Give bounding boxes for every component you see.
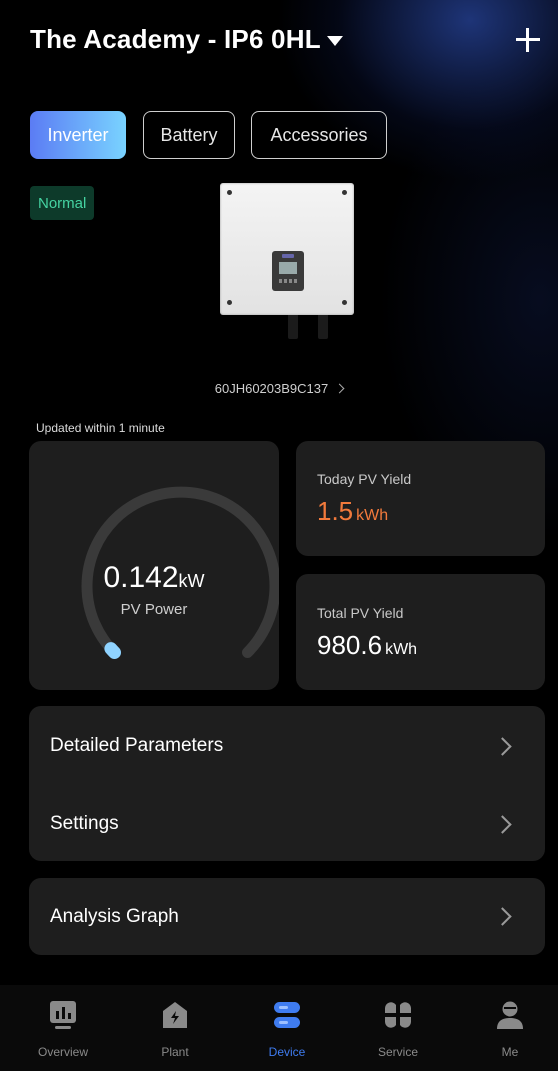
- nav-device-label: Device: [268, 1045, 306, 1059]
- add-icon[interactable]: [514, 26, 542, 54]
- nav-overview[interactable]: Overview: [23, 985, 103, 1071]
- today-yield-label: Today PV Yield: [317, 471, 412, 487]
- page-title: The Academy - IP6 0HL: [30, 24, 321, 54]
- analysis-graph-card: Analysis Graph: [29, 878, 545, 955]
- total-yield-card: Total PV Yield 980.6 kWh: [296, 574, 545, 690]
- menu-card: Detailed Parameters Settings: [29, 706, 545, 861]
- chevron-right-icon: [493, 736, 512, 756]
- tab-inverter[interactable]: Inverter: [30, 111, 126, 159]
- nav-plant-label: Plant: [161, 1045, 189, 1059]
- nav-me-label: Me: [501, 1045, 519, 1059]
- analysis-graph-label: Analysis Graph: [50, 905, 179, 927]
- device-icon: [274, 1002, 300, 1028]
- chevron-right-icon: [334, 383, 345, 394]
- detailed-parameters-item[interactable]: Detailed Parameters: [29, 707, 545, 785]
- nav-device[interactable]: Device: [247, 985, 327, 1071]
- nav-service-label: Service: [377, 1045, 418, 1059]
- update-status: Updated within 1 minute: [36, 421, 165, 435]
- settings-label: Settings: [50, 813, 119, 834]
- nav-overview-label: Overview: [37, 1045, 88, 1059]
- nav-service[interactable]: Service: [358, 985, 438, 1071]
- total-yield-value: 980.6 kWh: [317, 630, 418, 660]
- caret-down-icon: [326, 35, 343, 46]
- me-icon: [497, 1001, 523, 1029]
- serial-number: 60JH60203B9C137: [214, 381, 329, 396]
- service-icon: [385, 1002, 411, 1028]
- tab-accessories[interactable]: Accessories: [251, 111, 387, 159]
- today-yield-value: 1.5 kWh: [317, 496, 389, 526]
- nav-me[interactable]: Me: [470, 985, 550, 1071]
- settings-item[interactable]: Settings: [29, 785, 545, 863]
- plant-selector[interactable]: The Academy - IP6 0HL: [30, 24, 343, 55]
- overview-icon: [50, 1001, 76, 1029]
- pv-power-value: 0.142kW: [103, 561, 205, 594]
- status-badge: Normal: [30, 186, 95, 220]
- bottom-nav: Overview Plant Device Service Me: [0, 985, 558, 1071]
- chevron-right-icon: [493, 907, 512, 926]
- serial-link[interactable]: 60JH60203B9C137: [0, 381, 558, 396]
- pv-power-card: 0.142kW PV Power: [29, 441, 279, 690]
- tab-battery[interactable]: Battery: [143, 111, 235, 159]
- gauge-fill: [104, 642, 121, 659]
- pv-power-label: PV Power: [120, 601, 188, 618]
- analysis-graph-item[interactable]: Analysis Graph: [29, 878, 545, 955]
- nav-plant[interactable]: Plant: [135, 985, 215, 1071]
- chevron-right-icon: [493, 814, 512, 834]
- plant-icon: [163, 1002, 187, 1028]
- today-yield-card: Today PV Yield 1.5 kWh: [296, 441, 545, 556]
- inverter-image: [220, 183, 354, 339]
- total-yield-label: Total PV Yield: [317, 605, 404, 621]
- detailed-parameters-label: Detailed Parameters: [50, 735, 224, 756]
